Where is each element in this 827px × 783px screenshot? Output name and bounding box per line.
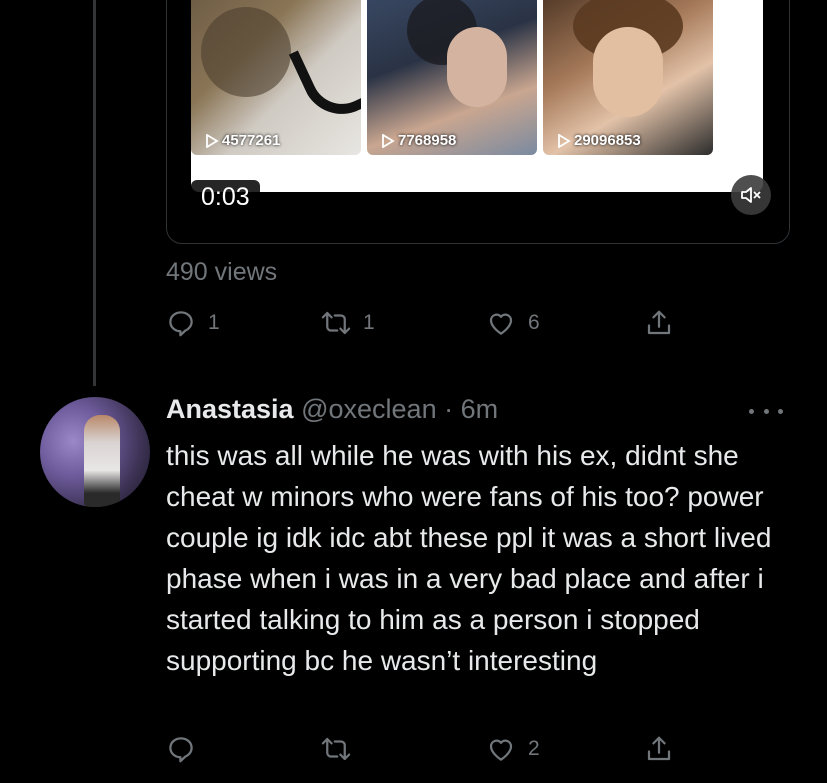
play-icon bbox=[382, 133, 395, 148]
reply-count: 1 bbox=[208, 311, 220, 334]
shoe-graphic bbox=[288, 30, 361, 128]
thread-connector-line bbox=[93, 0, 96, 386]
display-name[interactable]: Anastasia bbox=[166, 394, 294, 424]
mute-button[interactable] bbox=[731, 175, 771, 215]
more-icon bbox=[763, 408, 769, 414]
avatar[interactable] bbox=[40, 397, 150, 507]
like-icon bbox=[489, 739, 513, 761]
view-count-text: 4577261 bbox=[222, 132, 281, 149]
retweet-button[interactable] bbox=[321, 734, 363, 764]
video-thumbnail: 4577261 bbox=[191, 0, 361, 155]
view-count-text: 29096853 bbox=[574, 132, 641, 149]
like-icon bbox=[489, 313, 513, 335]
reply-button[interactable] bbox=[166, 734, 208, 764]
video-timestamp: 0:03 bbox=[191, 180, 260, 214]
thumbnail-view-count: 29096853 bbox=[557, 132, 641, 149]
reply-icon bbox=[169, 737, 193, 763]
more-icon bbox=[778, 408, 783, 414]
share-icon bbox=[647, 736, 671, 761]
mute-icon bbox=[741, 187, 761, 203]
video-thumbnail: 7768958 bbox=[367, 0, 537, 155]
tweet-text: this was all while he was with his ex, d… bbox=[166, 440, 772, 676]
reply-icon bbox=[169, 311, 193, 337]
more-icon bbox=[749, 408, 754, 414]
view-count: 490 views bbox=[166, 258, 278, 286]
retweet-count: 1 bbox=[363, 311, 375, 334]
avatar-figure bbox=[84, 415, 120, 507]
share-button[interactable] bbox=[644, 308, 674, 338]
thumbnail-view-count: 4577261 bbox=[205, 132, 280, 149]
like-count: 2 bbox=[528, 737, 540, 760]
reply-button[interactable]: 1 bbox=[166, 308, 220, 338]
like-button[interactable]: 2 bbox=[486, 734, 540, 764]
retweet-icon bbox=[321, 311, 351, 335]
tweet-action-bar: 1 1 6 bbox=[166, 308, 706, 348]
retweet-button[interactable]: 1 bbox=[321, 308, 375, 338]
more-options-button[interactable] bbox=[749, 398, 783, 424]
like-count: 6 bbox=[528, 311, 540, 334]
play-icon bbox=[558, 133, 571, 148]
play-icon bbox=[206, 133, 219, 148]
handle-and-time[interactable]: @oxeclean · 6m bbox=[301, 394, 498, 424]
reply-header: Anastasia @oxeclean · 6m bbox=[166, 394, 498, 425]
thumbnail-view-count: 7768958 bbox=[381, 132, 456, 149]
tweet-action-bar: 2 bbox=[166, 734, 706, 774]
share-button[interactable] bbox=[644, 734, 674, 764]
share-icon bbox=[647, 310, 671, 335]
view-count-text: 7768958 bbox=[398, 132, 457, 149]
retweet-icon bbox=[321, 737, 351, 761]
like-button[interactable]: 6 bbox=[486, 308, 540, 338]
video-thumbnail: 29096853 bbox=[543, 0, 713, 155]
video-media-card[interactable]: 4577261 7768958 29096853 0:03 bbox=[166, 0, 790, 244]
